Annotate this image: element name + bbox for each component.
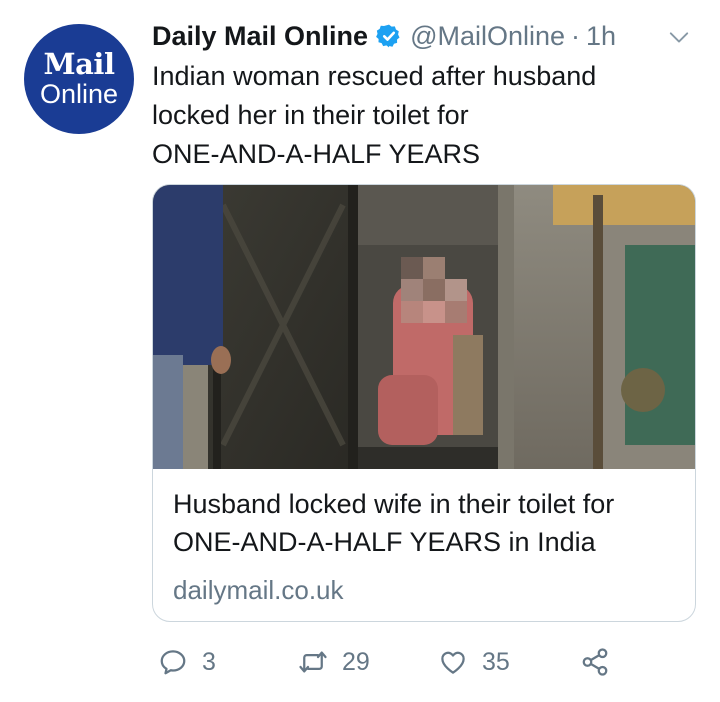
like-icon xyxy=(441,651,465,674)
tweet-text: Indian woman rescued after husband locke… xyxy=(152,57,692,174)
share-icon xyxy=(582,648,608,676)
like-count: 35 xyxy=(482,647,510,676)
card-title: Husband locked wife in their toilet for … xyxy=(173,485,683,561)
reply-count: 3 xyxy=(202,647,216,676)
author-handle[interactable]: @MailOnline xyxy=(410,21,565,52)
separator-dot: · xyxy=(571,20,581,51)
reply-button[interactable]: 3 xyxy=(158,640,216,684)
tweet-header: Daily Mail Online @MailOnline · 1h xyxy=(152,16,712,56)
avatar[interactable]: Mail Online xyxy=(24,24,134,134)
tweet-timestamp[interactable]: 1h xyxy=(586,21,616,52)
verified-badge-icon xyxy=(376,24,400,48)
retweet-count: 29 xyxy=(342,647,370,676)
avatar-logo-mail: Mail xyxy=(43,47,115,81)
card-title-line: ONE-AND-A-HALF YEARS in India xyxy=(173,527,596,557)
chevron-down-icon[interactable] xyxy=(668,26,690,48)
share-button[interactable] xyxy=(580,640,624,684)
tweet-text-line: Indian woman rescued after husband xyxy=(152,61,597,91)
tweet-actions: 3 29 35 xyxy=(152,640,672,684)
retweet-button[interactable]: 29 xyxy=(298,640,370,684)
card-domain: dailymail.co.uk xyxy=(173,575,344,605)
like-button[interactable]: 35 xyxy=(438,640,510,684)
card-title-line: Husband locked wife in their toilet for xyxy=(173,489,615,519)
tweet-text-line: ONE-AND-A-HALF YEARS xyxy=(152,139,481,169)
avatar-logo-online: Online xyxy=(39,79,119,109)
author-name[interactable]: Daily Mail Online xyxy=(152,21,368,52)
retweet-icon xyxy=(299,651,327,673)
link-card[interactable]: Husband locked wife in their toilet for … xyxy=(152,184,696,622)
article-image[interactable] xyxy=(153,185,695,469)
tweet[interactable]: Mail Online Daily Mail Online @MailOnlin… xyxy=(0,0,720,702)
reply-icon xyxy=(160,650,186,675)
tweet-text-line: locked her in their toilet for xyxy=(152,100,469,130)
